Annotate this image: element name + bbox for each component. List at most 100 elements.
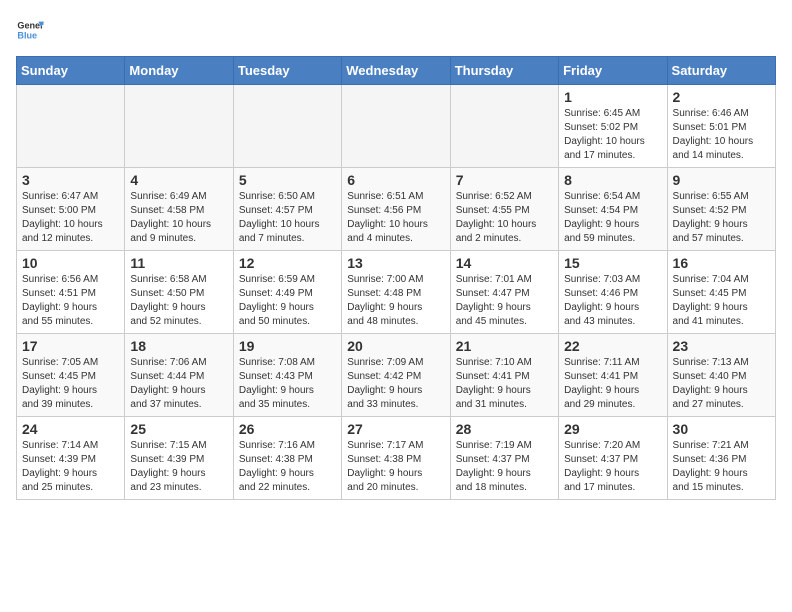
day-info: Sunrise: 7:01 AM Sunset: 4:47 PM Dayligh… (456, 273, 553, 329)
calendar-cell: 19 Sunrise: 7:08 AM Sunset: 4:43 PM Dayli… (233, 334, 341, 417)
calendar-cell: 25 Sunrise: 7:15 AM Sunset: 4:39 PM Dayli… (125, 417, 233, 500)
day-number: 25 (130, 421, 227, 437)
calendar-body: 1 Sunrise: 6:45 AM Sunset: 5:02 PM Daylig… (17, 85, 776, 500)
logo: General Blue (16, 16, 44, 44)
day-number: 22 (564, 338, 661, 354)
calendar-cell: 30 Sunrise: 7:21 AM Sunset: 4:36 PM Dayli… (667, 417, 775, 500)
day-info: Sunrise: 7:08 AM Sunset: 4:43 PM Dayligh… (239, 356, 336, 412)
day-info: Sunrise: 6:45 AM Sunset: 5:02 PM Dayligh… (564, 107, 661, 163)
day-number: 6 (347, 172, 444, 188)
calendar-cell: 11Sunrise: 6:58 AM Sunset: 4:50 PM Dayli… (125, 251, 233, 334)
calendar-table: SundayMondayTuesdayWednesdayThursdayFrid… (16, 56, 776, 500)
calendar-cell: 7 Sunrise: 6:52 AM Sunset: 4:55 PM Daylig… (450, 168, 558, 251)
weekday-header-wednesday: Wednesday (342, 57, 450, 85)
week-row-2: 3Sunrise: 6:47 AM Sunset: 5:00 PM Daylig… (17, 168, 776, 251)
day-number: 9 (673, 172, 770, 188)
day-number: 20 (347, 338, 444, 354)
day-info: Sunrise: 7:11 AM Sunset: 4:41 PM Dayligh… (564, 356, 661, 412)
calendar-cell (233, 85, 341, 168)
day-info: Sunrise: 7:05 AM Sunset: 4:45 PM Dayligh… (22, 356, 119, 412)
weekday-header-monday: Monday (125, 57, 233, 85)
day-info: Sunrise: 7:13 AM Sunset: 4:40 PM Dayligh… (673, 356, 770, 412)
day-number: 29 (564, 421, 661, 437)
day-info: Sunrise: 7:15 AM Sunset: 4:39 PM Dayligh… (130, 439, 227, 495)
weekday-header-sunday: Sunday (17, 57, 125, 85)
day-number: 8 (564, 172, 661, 188)
day-number: 4 (130, 172, 227, 188)
day-number: 28 (456, 421, 553, 437)
calendar-cell (125, 85, 233, 168)
calendar-cell: 13 Sunrise: 7:00 AM Sunset: 4:48 PM Dayli… (342, 251, 450, 334)
calendar-cell: 9 Sunrise: 6:55 AM Sunset: 4:52 PM Daylig… (667, 168, 775, 251)
header: General Blue (16, 16, 776, 44)
day-number: 30 (673, 421, 770, 437)
day-number: 10 (22, 255, 119, 271)
calendar-cell: 27 Sunrise: 7:17 AM Sunset: 4:38 PM Dayli… (342, 417, 450, 500)
day-info: Sunrise: 7:00 AM Sunset: 4:48 PM Dayligh… (347, 273, 444, 329)
day-number: 12 (239, 255, 336, 271)
day-number: 7 (456, 172, 553, 188)
day-info: Sunrise: 6:46 AM Sunset: 5:01 PM Dayligh… (673, 107, 770, 163)
calendar-cell: 21Sunrise: 7:10 AM Sunset: 4:41 PM Dayli… (450, 334, 558, 417)
calendar-cell: 28 Sunrise: 7:19 AM Sunset: 4:37 PM Dayli… (450, 417, 558, 500)
calendar-cell: 8 Sunrise: 6:54 AM Sunset: 4:54 PM Daylig… (559, 168, 667, 251)
day-number: 14 (456, 255, 553, 271)
day-info: Sunrise: 6:54 AM Sunset: 4:54 PM Dayligh… (564, 190, 661, 246)
calendar-cell: 1 Sunrise: 6:45 AM Sunset: 5:02 PM Daylig… (559, 85, 667, 168)
day-info: Sunrise: 7:21 AM Sunset: 4:36 PM Dayligh… (673, 439, 770, 495)
day-number: 21 (456, 338, 553, 354)
calendar-cell: 3Sunrise: 6:47 AM Sunset: 5:00 PM Daylig… (17, 168, 125, 251)
day-info: Sunrise: 7:06 AM Sunset: 4:44 PM Dayligh… (130, 356, 227, 412)
calendar-cell: 26 Sunrise: 7:16 AM Sunset: 4:38 PM Dayli… (233, 417, 341, 500)
day-number: 5 (239, 172, 336, 188)
calendar-cell: 14 Sunrise: 7:01 AM Sunset: 4:47 PM Dayli… (450, 251, 558, 334)
calendar-cell: 17 Sunrise: 7:05 AM Sunset: 4:45 PM Dayli… (17, 334, 125, 417)
day-info: Sunrise: 7:09 AM Sunset: 4:42 PM Dayligh… (347, 356, 444, 412)
day-number: 26 (239, 421, 336, 437)
day-info: Sunrise: 7:16 AM Sunset: 4:38 PM Dayligh… (239, 439, 336, 495)
day-info: Sunrise: 7:20 AM Sunset: 4:37 PM Dayligh… (564, 439, 661, 495)
calendar-cell: 29 Sunrise: 7:20 AM Sunset: 4:37 PM Dayli… (559, 417, 667, 500)
day-info: Sunrise: 6:58 AM Sunset: 4:50 PM Dayligh… (130, 273, 227, 329)
calendar-cell: 24Sunrise: 7:14 AM Sunset: 4:39 PM Dayli… (17, 417, 125, 500)
calendar-cell: 10Sunrise: 6:56 AM Sunset: 4:51 PM Dayli… (17, 251, 125, 334)
day-number: 17 (22, 338, 119, 354)
day-info: Sunrise: 6:49 AM Sunset: 4:58 PM Dayligh… (130, 190, 227, 246)
logo-icon: General Blue (16, 16, 44, 44)
calendar-cell: 23Sunrise: 7:13 AM Sunset: 4:40 PM Dayli… (667, 334, 775, 417)
day-info: Sunrise: 7:14 AM Sunset: 4:39 PM Dayligh… (22, 439, 119, 495)
weekday-header-tuesday: Tuesday (233, 57, 341, 85)
week-row-1: 1 Sunrise: 6:45 AM Sunset: 5:02 PM Daylig… (17, 85, 776, 168)
calendar-header: SundayMondayTuesdayWednesdayThursdayFrid… (17, 57, 776, 85)
day-number: 2 (673, 89, 770, 105)
calendar-cell: 5 Sunrise: 6:50 AM Sunset: 4:57 PM Daylig… (233, 168, 341, 251)
day-info: Sunrise: 7:19 AM Sunset: 4:37 PM Dayligh… (456, 439, 553, 495)
calendar-cell: 18 Sunrise: 7:06 AM Sunset: 4:44 PM Dayli… (125, 334, 233, 417)
calendar-cell: 12Sunrise: 6:59 AM Sunset: 4:49 PM Dayli… (233, 251, 341, 334)
svg-text:Blue: Blue (17, 30, 37, 40)
day-number: 18 (130, 338, 227, 354)
day-number: 1 (564, 89, 661, 105)
calendar-cell (450, 85, 558, 168)
weekday-header-row: SundayMondayTuesdayWednesdayThursdayFrid… (17, 57, 776, 85)
day-info: Sunrise: 7:17 AM Sunset: 4:38 PM Dayligh… (347, 439, 444, 495)
week-row-4: 17 Sunrise: 7:05 AM Sunset: 4:45 PM Dayli… (17, 334, 776, 417)
day-number: 13 (347, 255, 444, 271)
day-number: 15 (564, 255, 661, 271)
calendar-cell: 16Sunrise: 7:04 AM Sunset: 4:45 PM Dayli… (667, 251, 775, 334)
week-row-5: 24Sunrise: 7:14 AM Sunset: 4:39 PM Dayli… (17, 417, 776, 500)
calendar-cell (342, 85, 450, 168)
calendar-cell: 15 Sunrise: 7:03 AM Sunset: 4:46 PM Dayli… (559, 251, 667, 334)
day-info: Sunrise: 6:52 AM Sunset: 4:55 PM Dayligh… (456, 190, 553, 246)
day-info: Sunrise: 6:55 AM Sunset: 4:52 PM Dayligh… (673, 190, 770, 246)
day-info: Sunrise: 7:03 AM Sunset: 4:46 PM Dayligh… (564, 273, 661, 329)
calendar-cell: 4 Sunrise: 6:49 AM Sunset: 4:58 PM Daylig… (125, 168, 233, 251)
weekday-header-friday: Friday (559, 57, 667, 85)
day-info: Sunrise: 6:51 AM Sunset: 4:56 PM Dayligh… (347, 190, 444, 246)
calendar-cell: 2 Sunrise: 6:46 AM Sunset: 5:01 PM Daylig… (667, 85, 775, 168)
day-number: 27 (347, 421, 444, 437)
day-info: Sunrise: 6:50 AM Sunset: 4:57 PM Dayligh… (239, 190, 336, 246)
day-number: 19 (239, 338, 336, 354)
week-row-3: 10Sunrise: 6:56 AM Sunset: 4:51 PM Dayli… (17, 251, 776, 334)
calendar-cell (17, 85, 125, 168)
